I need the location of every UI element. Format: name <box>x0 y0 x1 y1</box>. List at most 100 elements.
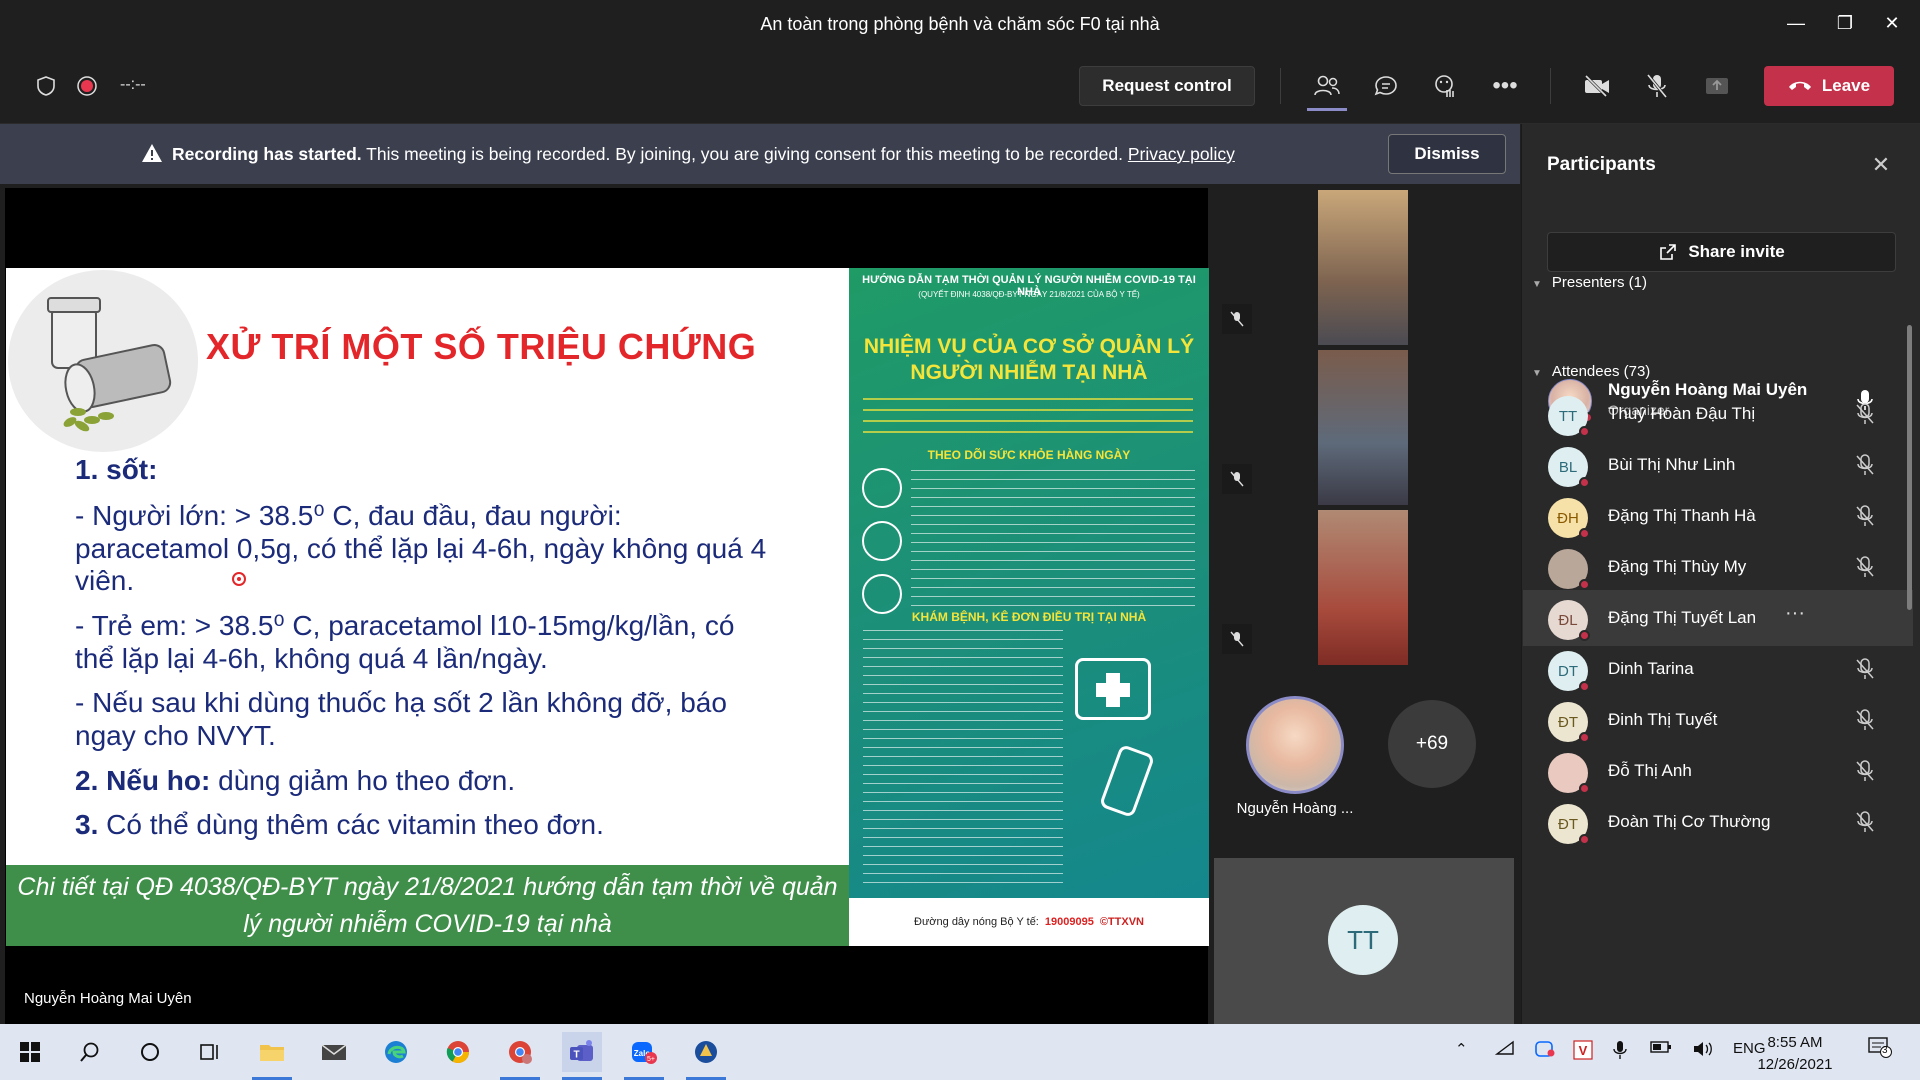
zalo-icon[interactable]: Zalo 5+ <box>624 1032 664 1080</box>
avatar[interactable] <box>1246 696 1344 794</box>
info-poster: HƯỚNG DẪN TẠM THỜI QUẢN LÝ NGƯỜI NHIỄM C… <box>849 268 1209 946</box>
windows-start-icon[interactable] <box>10 1032 50 1072</box>
poster-footer: Đường dây nóng Bộ Y tế: 19009095 ©TTXVN <box>849 898 1209 946</box>
wifi-icon[interactable] <box>1494 1040 1515 1060</box>
avatar: ĐT <box>1548 702 1590 743</box>
presenters-group-header[interactable]: ▼ Presenters (1) <box>1532 274 1647 291</box>
recording-banner: Recording has started. This meeting is b… <box>0 124 1520 184</box>
medical-kit-icon <box>1075 658 1151 720</box>
taskbar-clock[interactable]: 8:55 AM 12/26/2021 <box>1755 1032 1835 1076</box>
video-tile[interactable] <box>1318 190 1408 345</box>
cortana-icon[interactable] <box>130 1032 170 1072</box>
app-icon[interactable] <box>686 1032 726 1080</box>
chat-icon[interactable] <box>1366 66 1406 106</box>
participant-row[interactable]: ĐT Đinh Thị Tuyết <box>1523 692 1913 748</box>
video-tile[interactable] <box>1318 510 1408 665</box>
divider <box>1550 68 1551 104</box>
poster-text-block <box>863 630 1063 890</box>
request-control-button[interactable]: Request control <box>1079 66 1255 106</box>
leave-label: Leave <box>1821 76 1871 95</box>
poster-subheading: (QUYẾT ĐỊNH 4038/QĐ-BYT NGÀY 21/8/2021 C… <box>918 290 1140 299</box>
notification-count: 3 <box>1882 1045 1888 1056</box>
more-options-icon[interactable]: ••• <box>1485 66 1525 106</box>
mic-off-icon[interactable] <box>1637 66 1677 106</box>
svg-text:T: T <box>573 1050 579 1061</box>
slide-line-rest: dùng giảm ho theo đơn. <box>210 765 516 796</box>
status-dot <box>1579 630 1590 641</box>
avatar: ĐT <box>1548 804 1590 845</box>
participant-row[interactable]: Đặng Thị Thùy My <box>1523 539 1913 595</box>
reactions-icon[interactable] <box>1426 66 1466 106</box>
chevron-up-icon[interactable]: ⌃ <box>1455 1040 1468 1058</box>
participant-row[interactable]: DT Dinh Tarina <box>1523 641 1913 697</box>
mic-off-icon <box>1853 504 1877 528</box>
participant-row[interactable]: Đỗ Thị Anh <box>1523 743 1913 799</box>
file-explorer-icon[interactable] <box>252 1032 292 1080</box>
slide-footer-line: Chi tiết tại QĐ 4038/QĐ-BYT ngày 21/8/20… <box>17 873 838 901</box>
status-dot <box>1579 528 1590 539</box>
privacy-policy-link[interactable]: Privacy policy <box>1128 144 1235 164</box>
avatar: BL <box>1548 447 1590 488</box>
camera-off-icon[interactable] <box>1577 66 1617 106</box>
status-dot <box>1579 426 1590 437</box>
leave-button[interactable]: Leave <box>1764 66 1894 106</box>
unikey-icon[interactable]: V <box>1573 1040 1593 1064</box>
share-tray-icon[interactable] <box>1697 66 1737 106</box>
volume-icon[interactable] <box>1692 1040 1714 1062</box>
chrome-profile-icon[interactable] <box>500 1032 540 1080</box>
participant-name: Đặng Thị Thùy My <box>1608 557 1747 576</box>
phone-hangup-icon <box>1788 81 1811 90</box>
shield-icon[interactable] <box>26 66 66 106</box>
panel-title: Participants <box>1547 154 1656 175</box>
slide-line: ngay cho NVYT. <box>75 720 276 751</box>
muted-icon <box>1222 624 1252 654</box>
close-icon[interactable]: ✕ <box>1866 150 1896 180</box>
participant-row[interactable]: ĐT Đoàn Thị Cơ Thường <box>1523 794 1913 850</box>
clock-time: 8:55 AM <box>1767 1034 1823 1051</box>
avatar: ĐL <box>1548 600 1590 641</box>
dismiss-button[interactable]: Dismiss <box>1388 134 1506 174</box>
pill-pack-icon <box>1098 743 1156 819</box>
chrome-icon[interactable] <box>438 1032 478 1072</box>
more-options-icon[interactable]: ··· <box>1785 602 1805 625</box>
close-window-button[interactable]: ✕ <box>1872 8 1912 38</box>
avatar-initials: ĐT <box>1558 815 1578 833</box>
zalo-tray-icon[interactable] <box>1535 1040 1555 1062</box>
restore-button[interactable]: ❐ <box>1825 8 1865 38</box>
panel-scrollbar[interactable] <box>1907 325 1912 610</box>
participants-panel: Participants ✕ Share invite ▼ Presenters … <box>1521 124 1920 1024</box>
status-dot <box>1579 834 1590 845</box>
participant-row[interactable]: ĐH Đặng Thị Thanh Hà <box>1523 488 1913 544</box>
slide-line: - Nếu sau khi dùng thuốc hạ sốt 2 lần kh… <box>75 687 727 718</box>
avatar <box>1548 549 1590 590</box>
poster-section-title: KHÁM BỆNH, KÊ ĐƠN ĐIỀU TRỊ TẠI NHÀ <box>911 610 1147 624</box>
participant-name: Đặng Thị Tuyết Lan <box>1608 608 1757 627</box>
participant-row[interactable]: ĐL Đặng Thị Tuyết Lan ··· <box>1523 590 1913 646</box>
minimize-button[interactable]: — <box>1776 8 1816 38</box>
share-icon <box>1660 244 1677 260</box>
mic-off-icon <box>1853 759 1877 783</box>
participant-row[interactable]: TT Thuý Hoàn Đậu Thị <box>1523 386 1913 442</box>
slide-footer: Chi tiết tại QĐ 4038/QĐ-BYT ngày 21/8/20… <box>6 865 849 946</box>
warning-icon <box>141 143 163 168</box>
mic-off-icon <box>1853 657 1877 681</box>
share-invite-button[interactable]: Share invite <box>1547 232 1896 272</box>
mail-icon[interactable] <box>314 1032 354 1072</box>
presenter-name-label: Nguyễn Hoàng Mai Uyên <box>24 990 192 1007</box>
status-dot <box>1579 783 1590 794</box>
participant-row[interactable]: BL Bùi Thị Như Linh <box>1523 437 1913 493</box>
search-icon[interactable] <box>70 1032 110 1072</box>
attendees-group-header[interactable]: ▼ Attendees (73) <box>1532 363 1650 380</box>
edge-browser-icon[interactable] <box>376 1032 416 1072</box>
chevron-down-icon: ▼ <box>1532 279 1542 290</box>
teams-icon[interactable]: T <box>562 1032 602 1080</box>
slide-line: 3. Có thể dùng thêm các vitamin theo đơn… <box>75 808 604 841</box>
task-view-icon[interactable] <box>190 1032 230 1072</box>
battery-icon[interactable] <box>1650 1040 1672 1058</box>
more-participants-badge[interactable]: +69 <box>1388 700 1476 788</box>
notification-icon[interactable]: 3 <box>1868 1036 1892 1062</box>
video-tile[interactable] <box>1318 350 1408 505</box>
hotline-label: Đường dây nóng Bộ Y tế: <box>914 916 1039 928</box>
participants-icon[interactable] <box>1307 66 1347 106</box>
microphone-icon[interactable] <box>1613 1040 1627 1064</box>
